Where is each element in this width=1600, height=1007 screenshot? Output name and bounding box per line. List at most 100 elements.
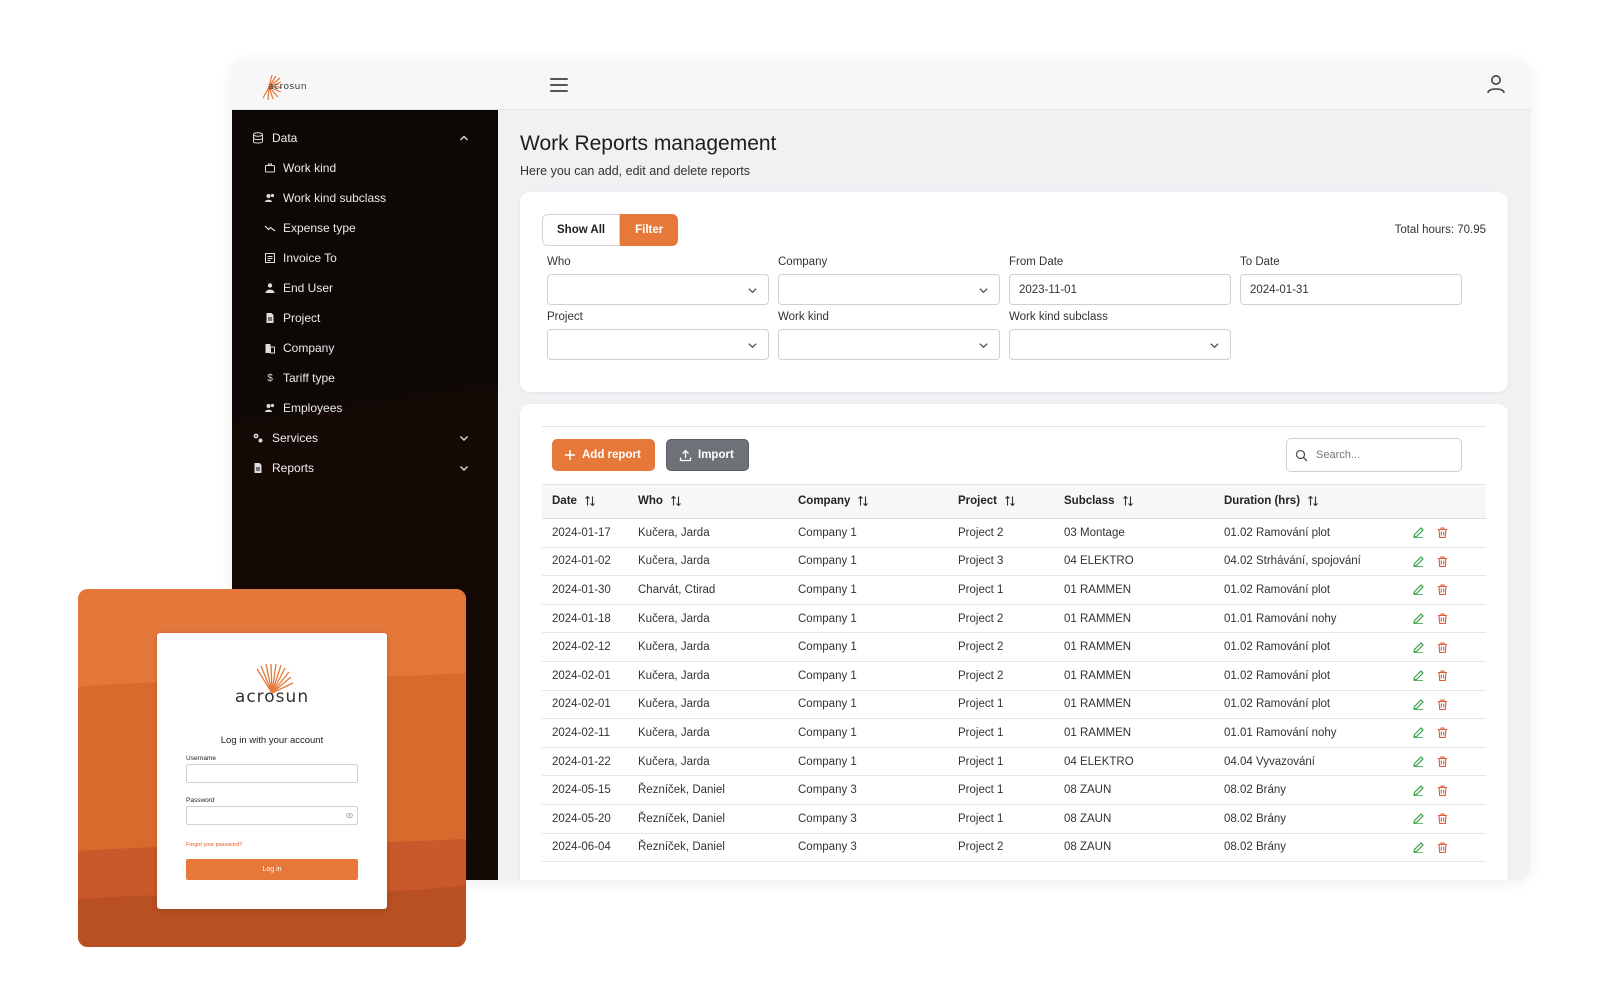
sidebar-item-work-kind-subclass[interactable]: Work kind subclass (232, 183, 498, 213)
edit-icon[interactable] (1412, 726, 1425, 739)
column-header-company[interactable]: Company (788, 484, 948, 519)
sidebar-item-label: Company (283, 341, 335, 355)
cell-who: Kučera, Jarda (628, 604, 788, 634)
sidebar-item-expense-type[interactable]: Expense type (232, 213, 498, 243)
sidebar-item-label: Work kind subclass (283, 191, 387, 205)
sidebar-item-invoice-to[interactable]: Invoice To (232, 243, 498, 273)
table-row: 2024-01-30 Charvát, Ctirad Company 1 Projec… (542, 575, 1486, 605)
login-button[interactable]: Log in (186, 859, 358, 880)
sidebar-group-data[interactable]: Data (232, 123, 498, 153)
eye-icon[interactable] (346, 813, 353, 818)
column-header-project[interactable]: Project (948, 484, 1054, 519)
edit-icon[interactable] (1412, 555, 1425, 568)
chevron-down-icon[interactable] (458, 462, 470, 474)
sort-icon[interactable] (670, 495, 682, 507)
sidebar-item-project[interactable]: Project (232, 303, 498, 333)
delete-icon[interactable] (1436, 583, 1449, 596)
chevron-down-icon[interactable] (458, 432, 470, 444)
cell-duration: 01.01 Ramování nohy (1214, 718, 1402, 748)
delete-icon[interactable] (1436, 784, 1449, 797)
table-row: 2024-05-20 Řezníček, Daniel Company 3 Proje… (542, 804, 1486, 834)
edit-icon[interactable] (1412, 641, 1425, 654)
edit-icon[interactable] (1412, 612, 1425, 625)
column-header-who[interactable]: Who (628, 484, 788, 519)
delete-icon[interactable] (1436, 641, 1449, 654)
delete-icon[interactable] (1436, 755, 1449, 768)
cell-company: Company 1 (788, 575, 948, 605)
forgot-password-link[interactable]: Forgot your password? (186, 842, 242, 848)
to-date-input[interactable]: 2024-01-31 (1240, 274, 1462, 305)
delete-icon[interactable] (1436, 555, 1449, 568)
edit-icon[interactable] (1412, 669, 1425, 682)
brand-name: acrosun (268, 82, 308, 92)
work-kind-select[interactable] (778, 329, 1000, 360)
users-icon (265, 193, 275, 202)
edit-icon[interactable] (1412, 698, 1425, 711)
hamburger-icon[interactable] (548, 74, 570, 96)
user-icon[interactable] (1484, 72, 1508, 96)
sidebar-item-employees[interactable]: Employees (232, 393, 498, 423)
search-box[interactable] (1286, 438, 1462, 472)
column-header-date[interactable]: Date (542, 484, 628, 519)
cell-date: 2024-02-11 (542, 718, 628, 748)
password-field[interactable] (186, 806, 358, 825)
dollar-icon: $ (267, 372, 273, 384)
column-header-duration[interactable]: Duration (hrs) (1214, 484, 1402, 519)
building-icon (265, 344, 275, 354)
sort-icon[interactable] (584, 495, 596, 507)
cell-company: Company 1 (788, 747, 948, 777)
sort-icon[interactable] (1122, 495, 1134, 507)
column-header-subclass[interactable]: Subclass (1054, 484, 1214, 519)
from-date-input[interactable]: 2023-11-01 (1009, 274, 1231, 305)
sidebar-item-tariff-type[interactable]: $ Tariff type (232, 363, 498, 393)
top-bar: acrosun (232, 60, 1530, 110)
cell-duration: 01.02 Ramování plot (1214, 661, 1402, 691)
sidebar-group-reports[interactable]: Reports (232, 453, 498, 483)
edit-icon[interactable] (1412, 755, 1425, 768)
work-kind-subclass-select[interactable] (1009, 329, 1231, 360)
sidebar-group-services[interactable]: Services (232, 423, 498, 453)
person-icon (265, 283, 275, 293)
sidebar-item-work-kind[interactable]: Work kind (232, 153, 498, 183)
cell-project: Project 2 (948, 604, 1054, 634)
cell-date: 2024-01-30 (542, 575, 628, 605)
sort-icon[interactable] (1004, 495, 1016, 507)
delete-icon[interactable] (1436, 669, 1449, 682)
search-input[interactable] (1316, 449, 1446, 461)
cell-project: Project 1 (948, 575, 1054, 605)
delete-icon[interactable] (1436, 841, 1449, 854)
brand-logo[interactable]: acrosun (254, 72, 307, 102)
login-preview: acrosun Log in with your account Usernam… (78, 589, 466, 947)
delete-icon[interactable] (1436, 612, 1449, 625)
who-select[interactable] (547, 274, 769, 305)
delete-icon[interactable] (1436, 698, 1449, 711)
chevron-down-icon (748, 288, 757, 294)
cell-date: 2024-02-12 (542, 632, 628, 662)
sidebar-item-company[interactable]: Company (232, 333, 498, 363)
sidebar-item-end-user[interactable]: End User (232, 273, 498, 303)
cell-subclass: 08 ZAUN (1054, 775, 1214, 805)
edit-icon[interactable] (1412, 784, 1425, 797)
chevron-up-icon[interactable] (458, 132, 470, 144)
sort-icon[interactable] (857, 495, 869, 507)
edit-icon[interactable] (1412, 841, 1425, 854)
login-brand: acrosun (234, 687, 310, 707)
edit-icon[interactable] (1412, 526, 1425, 539)
sort-icon[interactable] (1307, 495, 1319, 507)
delete-icon[interactable] (1436, 526, 1449, 539)
import-button[interactable]: Import (666, 439, 749, 471)
show-all-button[interactable]: Show All (542, 214, 621, 246)
edit-icon[interactable] (1412, 583, 1425, 596)
edit-icon[interactable] (1412, 812, 1425, 825)
filter-button[interactable]: Filter (620, 214, 679, 246)
add-report-button[interactable]: Add report (552, 439, 655, 471)
import-label: Import (698, 449, 734, 461)
cell-who: Kučera, Jarda (628, 718, 788, 748)
company-select[interactable] (778, 274, 1000, 305)
username-field[interactable] (186, 764, 358, 783)
project-select[interactable] (547, 329, 769, 360)
delete-icon[interactable] (1436, 726, 1449, 739)
delete-icon[interactable] (1436, 812, 1449, 825)
cell-company: Company 1 (788, 547, 948, 577)
cell-duration: 01.02 Ramování plot (1214, 518, 1402, 548)
